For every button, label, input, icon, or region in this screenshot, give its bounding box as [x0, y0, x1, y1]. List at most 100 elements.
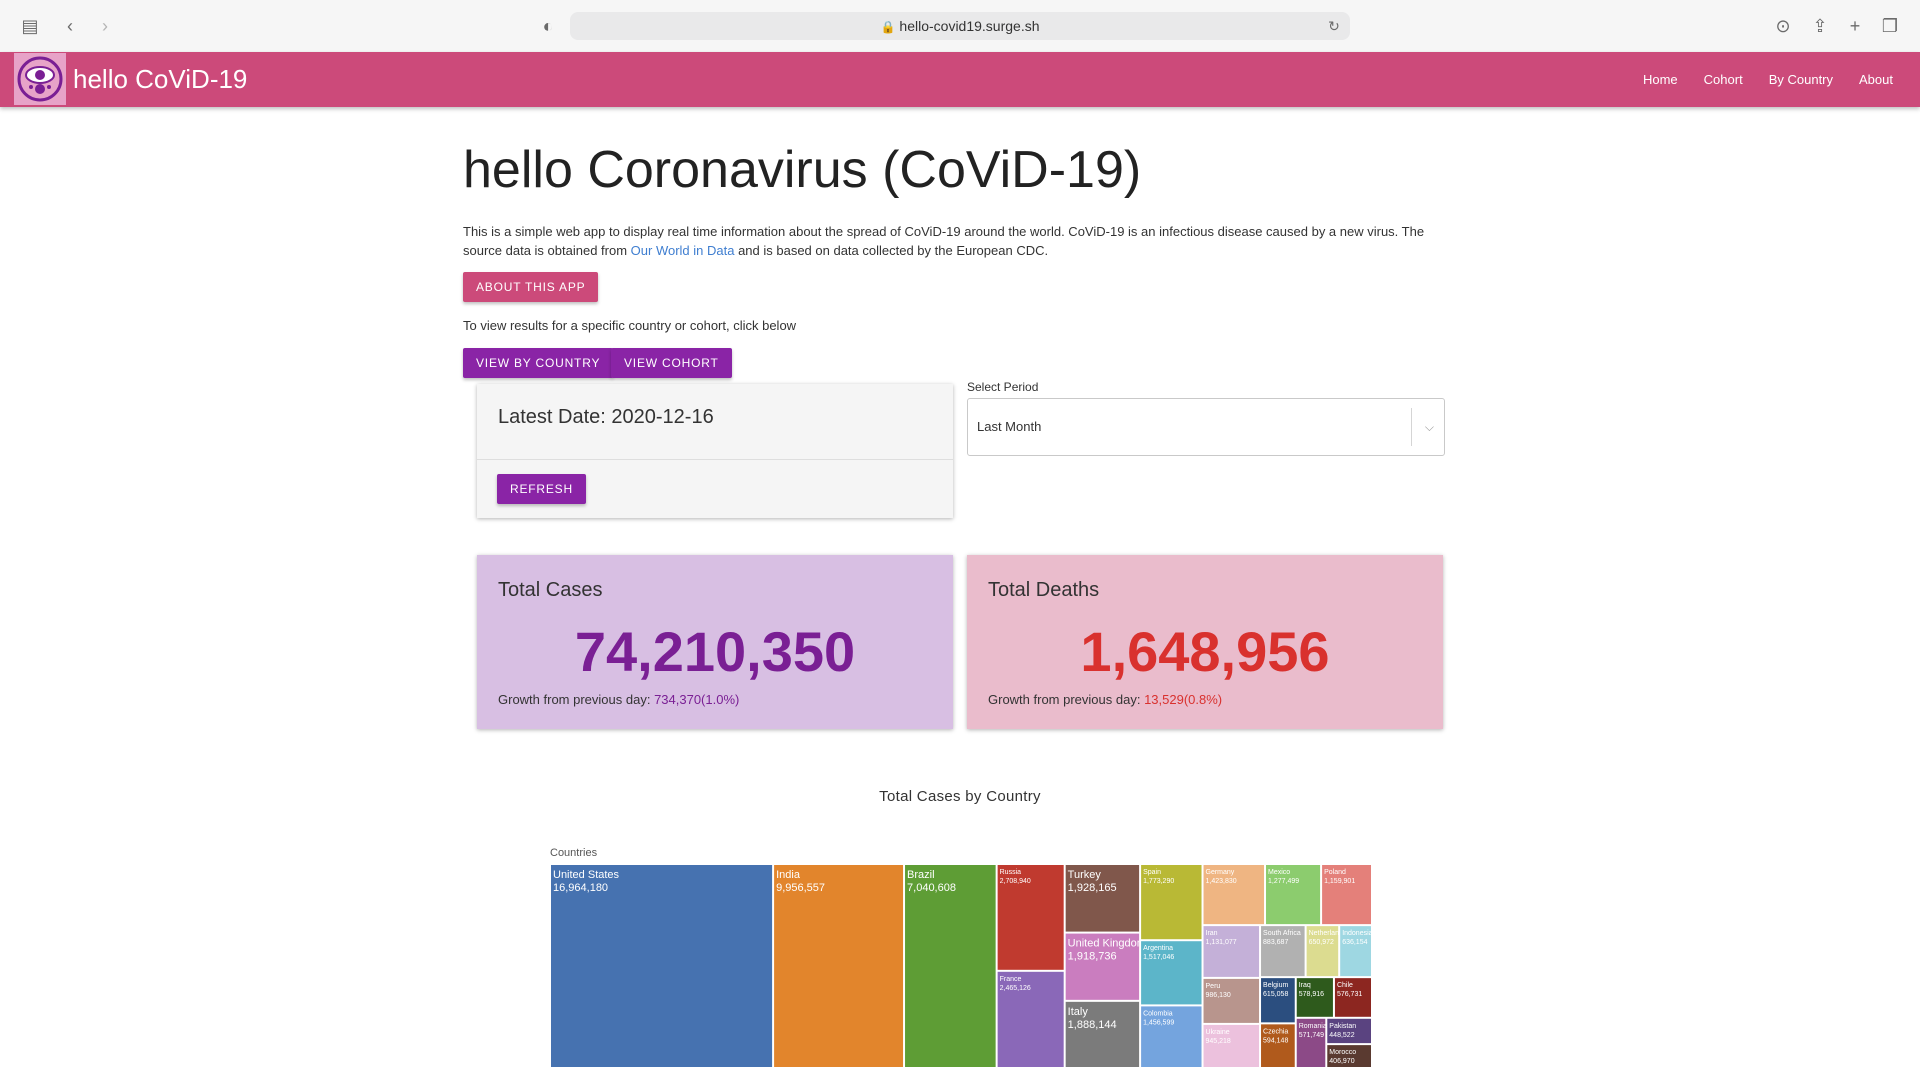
privacy-shield-icon[interactable]: ◐ [536, 14, 560, 38]
top-nav: Home Cohort By Country About [1630, 52, 1906, 107]
treemap-label-indonesia: Indonesia [1342, 930, 1372, 937]
treemap-value-germany: 1,423,830 [1206, 878, 1237, 885]
our-world-in-data-link[interactable]: Our World in Data [631, 243, 735, 258]
treemap-chart: United States16,964,180India9,956,557Bra… [551, 865, 1372, 1067]
treemap-value-italy: 1,888,144 [1068, 1019, 1117, 1031]
treemap-cell-spain[interactable]: Spain 1,773,290 [1141, 865, 1202, 940]
total-cases-card: Total Cases 74,210,350 Growth from previ… [477, 555, 953, 729]
browser-toolbar: ▤ ‹ › ◐ 🔒 hello-covid19.surge.sh ↻ ⊙ ⇪ + … [0, 0, 1920, 53]
deaths-growth: Growth from previous day: 13,529(0.8%) [988, 692, 1222, 707]
treemap-label-france: France [1000, 976, 1022, 983]
treemap-cell-united-states[interactable]: United States16,964,180 [551, 865, 773, 1067]
tab-overview-icon[interactable]: ❐ [1878, 14, 1902, 38]
treemap-rect-spain[interactable] [1141, 865, 1202, 940]
treemap-value-turkey: 1,928,165 [1068, 882, 1117, 894]
treemap-value-brazil: 7,040,608 [907, 882, 956, 894]
period-select[interactable]: Last Month ⌵ [967, 398, 1445, 456]
brand-title[interactable]: hello CoViD-19 [73, 52, 247, 107]
treemap-value-pakistan: 448,522 [1329, 1032, 1354, 1039]
treemap-label-romania: Romania [1299, 1023, 1327, 1030]
treemap-cell-pakistan[interactable]: Pakistan 448,522 [1327, 1018, 1371, 1044]
treemap-cell-turkey[interactable]: Turkey1,928,165 [1065, 865, 1140, 932]
sidebar-toggle-icon[interactable]: ▤ [18, 14, 42, 38]
view-by-country-button[interactable]: VIEW BY COUNTRY [463, 348, 614, 378]
new-tab-icon[interactable]: + [1843, 14, 1867, 38]
treemap-label-chile: Chile [1337, 982, 1353, 989]
treemap-value-chile: 576,731 [1337, 991, 1362, 998]
treemap-value-argentina: 1,517,046 [1143, 954, 1174, 961]
view-cohort-button[interactable]: VIEW COHORT [611, 348, 732, 378]
treemap-rect-india[interactable] [774, 865, 904, 1067]
treemap-cell-russia[interactable]: Russia 2,708,940 [997, 865, 1064, 970]
treemap-label-italy: Italy [1068, 1006, 1089, 1018]
total-deaths-value: 1,648,956 [1080, 620, 1330, 683]
treemap-cell-romania[interactable]: Romania 571,749 [1296, 1018, 1327, 1067]
intro-text: This is a simple web app to display real… [463, 222, 1458, 260]
page-title: hello Coronavirus (CoViD-19) [463, 141, 1142, 199]
nav-about[interactable]: About [1846, 52, 1906, 107]
treemap-cell-ukraine[interactable]: Ukraine 945,218 [1203, 1024, 1260, 1067]
treemap-cell-peru[interactable]: Peru 986,130 [1203, 978, 1260, 1023]
treemap-cell-iraq[interactable]: Iraq 578,916 [1296, 978, 1333, 1017]
treemap-rect-brazil[interactable] [905, 865, 996, 1067]
treemap-cell-iran[interactable]: Iran 1,131,077 [1203, 926, 1260, 977]
chevron-down-icon[interactable]: ⌵ [1425, 399, 1434, 455]
total-deaths-card: Total Deaths 1,648,956 Growth from previ… [967, 555, 1443, 729]
treemap-cell-mexico[interactable]: Mexico 1,277,499 [1266, 865, 1321, 925]
treemap-cell-brazil[interactable]: Brazil7,040,608 [905, 865, 996, 1067]
latest-date-title: Latest Date: 2020-12-16 [498, 406, 714, 428]
card-divider [477, 459, 953, 460]
total-deaths-label: Total Deaths [988, 579, 1100, 601]
forward-icon[interactable]: › [93, 14, 117, 38]
treemap-value-romania: 571,749 [1299, 1032, 1324, 1039]
treemap-label-ukraine: Ukraine [1206, 1029, 1230, 1036]
treemap-cell-india[interactable]: India9,956,557 [774, 865, 904, 1067]
treemap-value-russia: 2,708,940 [1000, 878, 1031, 885]
treemap-label-czechia: Czechia [1263, 1028, 1288, 1035]
treemap-cell-poland[interactable]: Poland 1,159,901 [1322, 865, 1371, 925]
share-icon[interactable]: ⇪ [1808, 14, 1832, 38]
nav-cohort[interactable]: Cohort [1691, 52, 1756, 107]
treemap-cell-morocco[interactable]: Morocco 406,970 [1327, 1045, 1371, 1067]
about-this-app-button[interactable]: ABOUT THIS APP [463, 272, 599, 302]
select-separator [1411, 408, 1412, 446]
treemap-cell-colombia[interactable]: Colombia 1,456,599 [1141, 1006, 1202, 1067]
treemap-cell-germany[interactable]: Germany 1,423,830 [1203, 865, 1265, 925]
treemap-value-united-kingdom: 1,918,736 [1068, 951, 1117, 963]
treemap-value-colombia: 1,456,599 [1143, 1019, 1174, 1026]
treemap-value-peru: 986,130 [1206, 992, 1231, 999]
virus-logo-icon[interactable] [14, 53, 66, 105]
treemap-label-south-africa: South Africa [1263, 930, 1301, 937]
treemap-cell-united-kingdom[interactable]: United Kingdom1,918,736 [1065, 933, 1146, 1000]
treemap-cell-chile[interactable]: Chile 576,731 [1334, 978, 1371, 1017]
treemap-cell-czechia[interactable]: Czechia 594,148 [1261, 1024, 1295, 1067]
treemap-cell-france[interactable]: France 2,465,126 [997, 971, 1064, 1067]
treemap-value-india: 9,956,557 [776, 882, 825, 894]
treemap-rect-united-states[interactable] [551, 865, 773, 1067]
treemap-cell-argentina[interactable]: Argentina 1,517,046 [1141, 941, 1202, 1005]
treemap-value-iraq: 578,916 [1299, 991, 1324, 998]
treemap-label-poland: Poland [1324, 869, 1346, 876]
url-value: hello-covid19.surge.sh [899, 18, 1040, 34]
deaths-growth-label: Growth from previous day: [988, 692, 1145, 707]
nav-home[interactable]: Home [1630, 52, 1691, 107]
treemap-label-pakistan: Pakistan [1329, 1023, 1356, 1030]
back-icon[interactable]: ‹ [58, 14, 82, 38]
address-bar[interactable]: 🔒 hello-covid19.surge.sh ↻ [570, 12, 1350, 40]
treemap-value-belgium: 615,058 [1263, 991, 1288, 998]
treemap-label-germany: Germany [1206, 869, 1235, 876]
refresh-button[interactable]: REFRESH [497, 474, 586, 504]
download-icon[interactable]: ⊙ [1771, 14, 1795, 38]
treemap-cell-indonesia[interactable]: Indonesia 636,154 [1340, 926, 1372, 977]
treemap-value-czechia: 594,148 [1263, 1037, 1288, 1044]
treemap-value-poland: 1,159,901 [1324, 878, 1355, 885]
treemap-cell-italy[interactable]: Italy1,888,144 [1065, 1001, 1140, 1067]
treemap-cell-belgium[interactable]: Belgium 615,058 [1261, 978, 1295, 1023]
cases-growth-label: Growth from previous day: [498, 692, 655, 707]
treemap-label-belgium: Belgium [1263, 982, 1288, 989]
lock-icon: 🔒 [880, 20, 896, 34]
treemap-cell-south-africa[interactable]: South Africa 883,687 [1261, 926, 1305, 977]
reload-icon[interactable]: ↻ [1322, 14, 1346, 38]
treemap-label-united-kingdom: United Kingdom [1068, 938, 1146, 950]
nav-by-country[interactable]: By Country [1756, 52, 1846, 107]
